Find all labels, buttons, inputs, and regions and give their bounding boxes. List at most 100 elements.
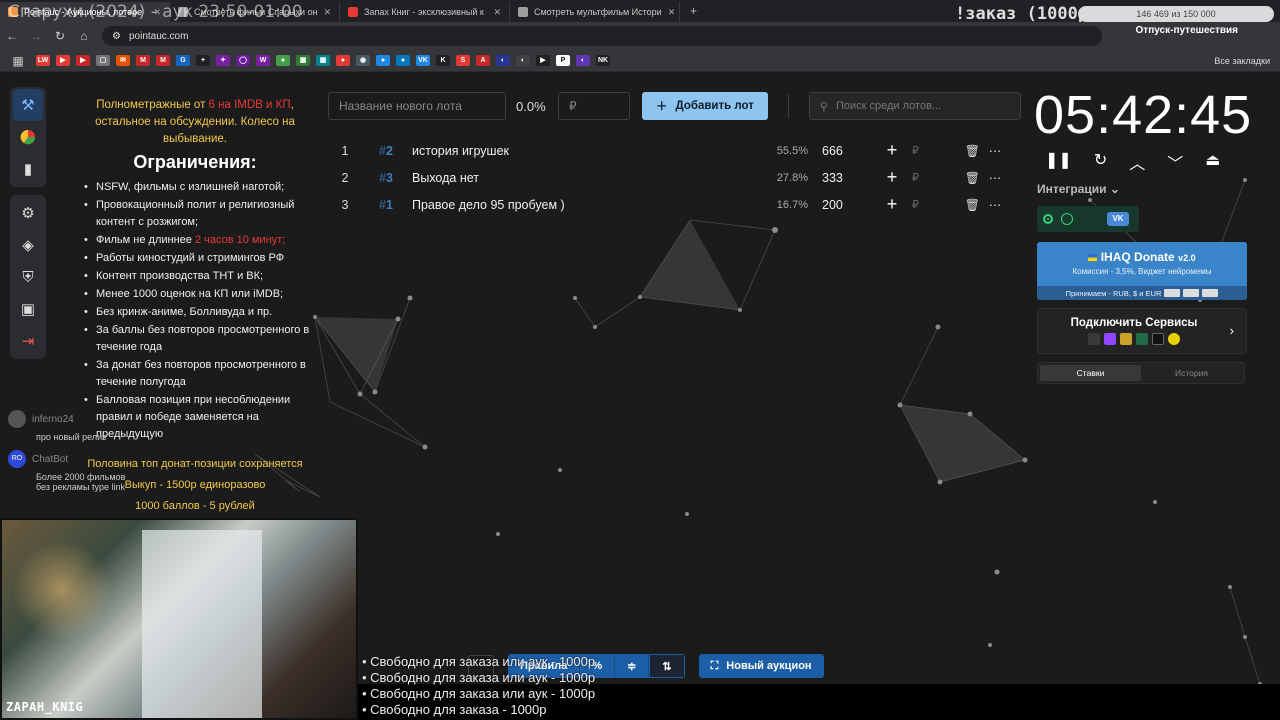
browser-tab[interactable]: Смотреть мультфильм Истори ✕	[510, 2, 680, 22]
bookmark-icon[interactable]: VK	[416, 55, 430, 66]
tab-close-icon[interactable]: ✕	[324, 7, 332, 18]
add-amount-plus-icon[interactable]: +	[872, 194, 912, 215]
lot-name[interactable]: Правое дело 95 пробуем )	[412, 198, 752, 212]
wheel-pie-icon[interactable]	[13, 121, 43, 153]
delete-trash-icon[interactable]: 🗑	[932, 144, 980, 158]
donation-goal-text: 146 469 из 150 000	[1136, 9, 1216, 19]
bookmark-icon[interactable]: +	[196, 55, 210, 66]
lot-name[interactable]: Выхода нет	[412, 171, 752, 185]
more-options-icon[interactable]: ⋯	[980, 197, 1010, 212]
bookmark-icon[interactable]: W	[256, 55, 270, 66]
delete-trash-icon[interactable]: 🗑	[932, 198, 980, 212]
lot-position: 1	[341, 143, 349, 158]
new-auction-button[interactable]: ⛶ Новый аукцион	[698, 654, 824, 678]
bookmark-icon[interactable]: ●	[276, 55, 290, 66]
bookmark-icon[interactable]: ◯	[236, 55, 250, 66]
tab-history[interactable]: История	[1141, 365, 1242, 381]
settings-gear-icon[interactable]: ⚙	[13, 197, 43, 229]
more-options-icon[interactable]: ⋯	[980, 170, 1010, 185]
lot-search-input[interactable]: ⚲ Поиск среди лотов...	[808, 92, 1021, 120]
bookmark-icon[interactable]: ◉	[356, 55, 370, 66]
visa-logo-icon	[1164, 289, 1181, 297]
ihaq-donate-banner[interactable]: IHAQ Donate v2.0 Комиссия - 3,5%, Виджет…	[1037, 242, 1247, 300]
services-icons	[1038, 333, 1246, 345]
bookmark-icon[interactable]: M	[136, 55, 150, 66]
video-playlist-icon[interactable]: ▣	[13, 293, 43, 325]
connect-services-card[interactable]: Подключить Сервисы ›	[1037, 308, 1247, 354]
more-options-icon[interactable]: ⋯	[980, 143, 1010, 158]
reload-icon[interactable]: ↻	[48, 29, 72, 43]
apps-grid-icon[interactable]: ▦	[6, 54, 30, 68]
chat-overlay: inferno24 про новый релиз RO ChatBot Бол…	[8, 410, 128, 500]
tab-close-icon[interactable]: ✕	[668, 7, 676, 18]
bookmark-icon[interactable]: ▢	[96, 55, 110, 66]
table-row: 1 #2 история игрушек 55.5% 666 + ₽ 🗑 ⋯	[330, 137, 1010, 164]
site-info-icon[interactable]: ⚙	[112, 31, 121, 42]
sort-icon[interactable]: ⇅	[649, 654, 685, 678]
lot-amount[interactable]: 666	[808, 144, 872, 158]
bookmark-icon[interactable]: ▦	[296, 55, 310, 66]
tab-close-icon[interactable]: ✕	[493, 7, 501, 18]
integration-off-icon[interactable]	[1061, 213, 1073, 225]
new-lot-name-input[interactable]: Название нового лота	[328, 92, 506, 120]
layers-icon[interactable]: ◈	[13, 229, 43, 261]
pause-icon[interactable]: ❚❚	[1045, 150, 1072, 174]
bookmark-icon[interactable]: ▶	[536, 55, 550, 66]
bookmark-icon[interactable]: LW	[36, 55, 50, 66]
bookmark-icon[interactable]: ◐	[516, 55, 530, 66]
bookmark-icon[interactable]: ●	[376, 55, 390, 66]
bookmark-icon[interactable]: ◐	[496, 55, 510, 66]
bookmark-icon[interactable]: G	[176, 55, 190, 66]
chevron-down-icon[interactable]: ﹀	[1167, 150, 1183, 174]
bot-avatar-icon: RO	[8, 450, 26, 468]
rule-item: Без кринж-аниме, Болливуда и пр.	[80, 304, 310, 321]
chevron-up-icon[interactable]: ︿	[1129, 150, 1145, 174]
auction-hammer-icon[interactable]: ⚒	[13, 89, 43, 121]
align-center-icon[interactable]: ≑	[615, 654, 650, 678]
bookmark-icon[interactable]: ▦	[316, 55, 330, 66]
bookmark-icon[interactable]: S	[456, 55, 470, 66]
bookmark-icon[interactable]: ●	[336, 55, 350, 66]
bookmark-icon[interactable]: ◐	[576, 55, 590, 66]
logout-icon[interactable]: ⇥	[13, 325, 43, 357]
rule-item: За донат без повторов просмотренного в т…	[80, 357, 310, 391]
integration-on-icon[interactable]	[1043, 214, 1053, 224]
bookmark-icon[interactable]: ▶	[56, 55, 70, 66]
restart-icon[interactable]: ↻	[1094, 150, 1107, 174]
lot-name[interactable]: история игрушек	[412, 144, 752, 158]
shield-check-icon[interactable]: ⛨	[13, 261, 43, 293]
new-tab-icon[interactable]: +	[680, 4, 707, 18]
ruble-icon: ₽	[912, 172, 919, 184]
url-field[interactable]: ⚙ pointauc.com	[102, 26, 1102, 46]
delete-trash-icon[interactable]: 🗑	[932, 171, 980, 185]
add-lot-button[interactable]: ＋ Добавить лот	[642, 92, 768, 120]
rules-intro-rating: 6 на IMDB и КП	[208, 99, 291, 111]
bookmark-icon[interactable]: ▶	[76, 55, 90, 66]
link-icon	[1136, 333, 1148, 345]
new-lot-amount-input[interactable]: ₽	[558, 92, 630, 120]
add-amount-plus-icon[interactable]: +	[872, 167, 912, 188]
vk-logo-icon[interactable]: VK	[1107, 212, 1129, 226]
forward-icon[interactable]: →	[24, 29, 48, 43]
integrations-toggle[interactable]: Интеграции ⌄	[1037, 182, 1120, 196]
bookmark-icon[interactable]: NK	[596, 55, 610, 66]
collapse-up-icon[interactable]: ⏏	[1205, 150, 1220, 174]
statistics-bar-icon[interactable]: ▮	[13, 153, 43, 185]
browser-tab[interactable]: Запах Книг - эксклюзивный к ✕	[340, 2, 510, 22]
add-amount-plus-icon[interactable]: +	[872, 140, 912, 161]
bookmark-icon[interactable]: ✦	[216, 55, 230, 66]
bookmark-icon[interactable]: ✉	[116, 55, 130, 66]
bookmark-icon[interactable]: K	[436, 55, 450, 66]
all-bookmarks-link[interactable]: Все закладки	[1214, 56, 1270, 66]
bookmark-icon[interactable]: M	[156, 55, 170, 66]
home-icon[interactable]: ⌂	[72, 29, 96, 43]
bookmark-icon[interactable]: ●	[396, 55, 410, 66]
lot-toolbar: Название нового лота 0.0% ₽ ＋ Добавить л…	[328, 92, 1021, 120]
lot-amount[interactable]: 333	[808, 171, 872, 185]
tab-bets[interactable]: Ставки	[1040, 365, 1141, 381]
bookmark-icon[interactable]: A	[476, 55, 490, 66]
bookmark-icon[interactable]: P	[556, 55, 570, 66]
ihaq-accepts: Принимаем - RUB, $ и EUR	[1065, 288, 1162, 298]
lot-amount[interactable]: 200	[808, 198, 872, 212]
back-icon[interactable]: ←	[0, 29, 24, 43]
